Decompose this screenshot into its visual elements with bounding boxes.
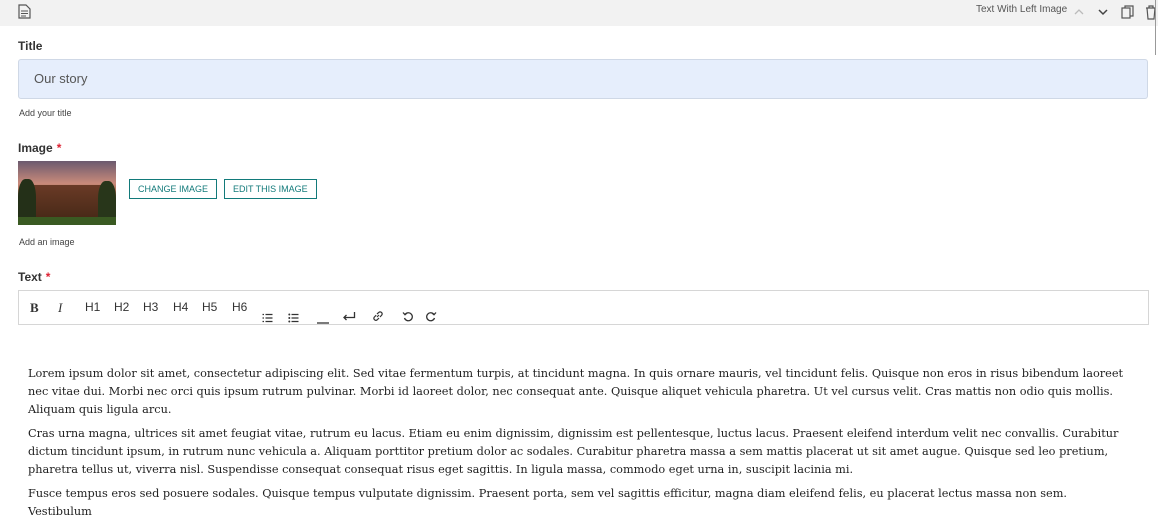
block-header: Text With Left Image (0, 0, 1158, 26)
line-break-icon[interactable] (342, 302, 356, 321)
divider (1155, 0, 1156, 55)
chevron-down-icon[interactable] (1097, 5, 1109, 24)
rich-text-editor[interactable]: Lorem ipsum dolor sit amet, consectetur … (28, 365, 1128, 527)
heading5-button[interactable]: H5 (202, 291, 217, 324)
title-label: Title (18, 39, 43, 53)
image-thumbnail (18, 161, 116, 225)
required-marker: * (56, 141, 62, 155)
heading6-button[interactable]: H6 (232, 291, 247, 324)
title-helper-text: Add your title (19, 108, 72, 118)
heading4-button[interactable]: H4 (173, 291, 188, 324)
image-helper-text: Add an image (19, 237, 75, 247)
ordered-list-icon[interactable] (262, 303, 273, 323)
block-type-label: Text With Left Image (976, 4, 1068, 15)
title-input-value: Our story (34, 71, 88, 86)
chevron-up-icon[interactable] (1073, 5, 1085, 24)
document-icon[interactable] (18, 4, 31, 24)
bold-button[interactable]: B (30, 291, 39, 324)
paragraph: Lorem ipsum dolor sit amet, consectetur … (28, 367, 1124, 416)
undo-icon[interactable] (402, 302, 414, 322)
duplicate-icon[interactable] (1121, 5, 1135, 25)
text-label: Text * (18, 270, 51, 284)
redo-icon[interactable] (425, 302, 437, 322)
horizontal-rule-icon[interactable] (317, 306, 329, 324)
bullet-list-icon[interactable] (288, 303, 299, 323)
change-image-button[interactable]: CHANGE IMAGE (129, 179, 218, 199)
required-marker: * (45, 270, 51, 284)
heading3-button[interactable]: H3 (143, 291, 158, 324)
editor-toolbar: B I H1 H2 H3 H4 H5 H6 (18, 290, 1149, 325)
heading2-button[interactable]: H2 (114, 291, 129, 324)
title-input[interactable]: Our story (18, 59, 1148, 99)
paragraph: Cras urna magna, ultrices sit amet feugi… (28, 427, 1119, 476)
italic-button[interactable]: I (58, 291, 62, 324)
edit-image-button[interactable]: EDIT THIS IMAGE (224, 179, 317, 199)
link-icon[interactable] (372, 302, 384, 321)
heading1-button[interactable]: H1 (85, 291, 100, 324)
paragraph: Fusce tempus eros sed posuere sodales. Q… (28, 487, 1068, 518)
image-label: Image * (18, 141, 62, 155)
